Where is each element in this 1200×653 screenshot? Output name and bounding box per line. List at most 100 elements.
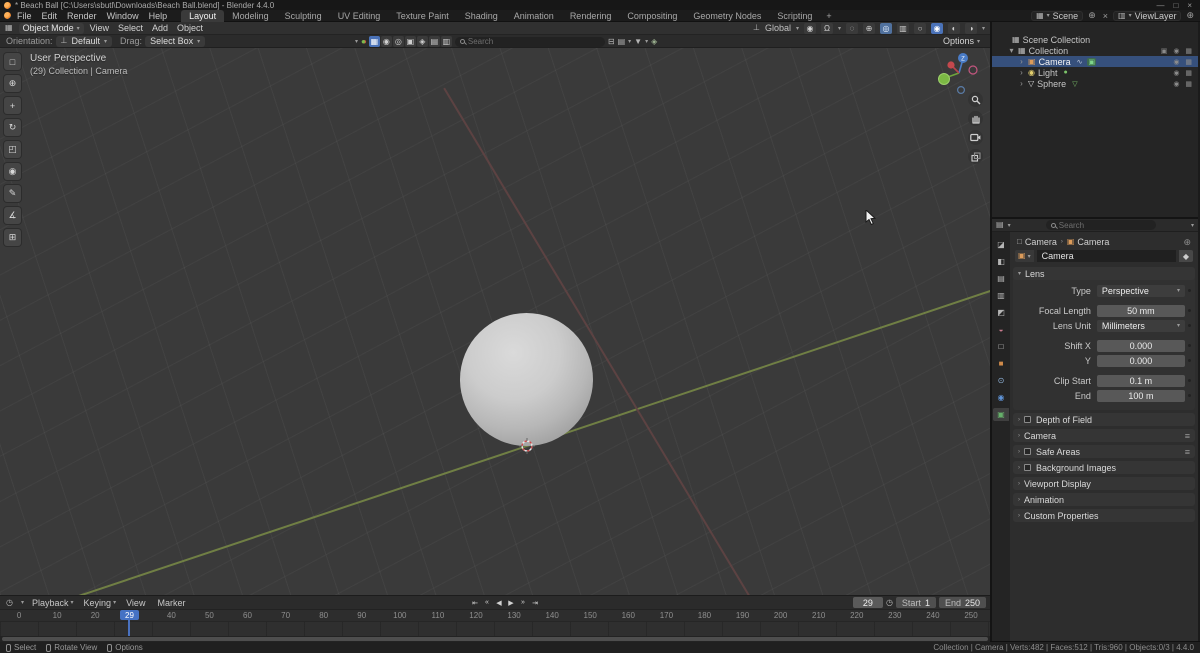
- tool-button[interactable]: ∡: [4, 207, 21, 224]
- filter-toggle-button[interactable]: ◉: [380, 36, 392, 47]
- panel-menu-icon[interactable]: ≡: [1185, 447, 1190, 457]
- menu-item[interactable]: Edit: [37, 11, 63, 21]
- outliner-row[interactable]: › ◉ Light ● ◉ ▦: [992, 67, 1198, 78]
- properties-tab[interactable]: ⊙: [993, 374, 1009, 387]
- visibility-toggle-icons[interactable]: ◉ ▦: [1173, 80, 1194, 88]
- playback-button[interactable]: »: [518, 597, 528, 608]
- display-mode-icon-2[interactable]: ▤: [618, 37, 626, 46]
- menu-item[interactable]: Help: [144, 11, 173, 21]
- properties-tab[interactable]: ◒: [993, 323, 1009, 336]
- pan-hand-icon[interactable]: [968, 111, 983, 126]
- transform-options-dropdown[interactable]: Options ▾: [943, 36, 984, 46]
- workspace-tab[interactable]: Animation: [506, 10, 562, 22]
- unlink-scene-button[interactable]: ×: [1101, 11, 1110, 21]
- filter-funnel-icon[interactable]: ▼: [634, 37, 642, 46]
- filter-toggle-button[interactable]: ▤: [428, 36, 440, 47]
- tool-button[interactable]: □: [4, 53, 21, 70]
- blender-logo-icon[interactable]: [4, 1, 11, 9]
- timeline-menu-item[interactable]: Marker: [157, 598, 187, 608]
- shading-solid-button[interactable]: ◉: [930, 22, 943, 34]
- expander-icon[interactable]: ›: [1018, 79, 1025, 88]
- proportional-editing-toggle[interactable]: ◌: [845, 22, 858, 34]
- animate-property-dot[interactable]: [1185, 359, 1193, 362]
- outliner-row[interactable]: ▾ ▦ Collection ▣ ◉ ▦: [992, 45, 1198, 56]
- visibility-toggle-icons[interactable]: ◉ ▦: [1173, 69, 1194, 77]
- panel-checkbox[interactable]: [1024, 464, 1031, 471]
- playback-button[interactable]: «: [482, 597, 492, 608]
- menu-item[interactable]: File: [12, 11, 37, 21]
- collapse-arrow-icon[interactable]: ▾: [355, 38, 358, 45]
- property-field[interactable]: 0.000: [1096, 339, 1185, 352]
- datablock-name-field[interactable]: Camera: [1036, 250, 1176, 262]
- viewport-menu-item[interactable]: Select: [118, 23, 143, 33]
- property-field[interactable]: 0.000: [1096, 354, 1185, 367]
- tool-button[interactable]: ✎: [4, 185, 21, 202]
- outliner-row[interactable]: › ▽ Sphere ▽ ◉ ▦: [992, 78, 1198, 89]
- minimize-button[interactable]: —: [1156, 1, 1164, 10]
- workspace-tab[interactable]: Scripting: [769, 10, 820, 22]
- workspace-tab[interactable]: UV Editing: [330, 10, 389, 22]
- timeline-scrollbar[interactable]: [0, 636, 990, 642]
- orientation-dropdown[interactable]: ⊥ Default ▾: [55, 35, 113, 47]
- collapsed-panel-header[interactable]: › Viewport Display: [1013, 477, 1195, 490]
- playback-button[interactable]: ◀: [494, 597, 504, 608]
- tool-button[interactable]: ⊞: [4, 229, 21, 246]
- animate-property-dot[interactable]: [1185, 289, 1193, 292]
- playhead-line[interactable]: [128, 620, 130, 636]
- timeline-menu-item[interactable]: Keying ▾: [84, 598, 117, 608]
- collapsed-panel-header[interactable]: › Custom Properties: [1013, 509, 1195, 522]
- viewport-menu-item[interactable]: Object: [177, 23, 203, 33]
- datablock-type-dropdown[interactable]: ▣ ▾: [1015, 250, 1034, 262]
- snap-magnet-toggle[interactable]: Ω: [820, 22, 833, 34]
- playback-button[interactable]: ▶: [506, 597, 516, 608]
- display-mode-icon[interactable]: ⊟: [608, 37, 615, 46]
- collapsed-panel-header[interactable]: › Camera ≡: [1013, 429, 1195, 442]
- 3d-viewport[interactable]: □ ⊕ + ↻ ◰ ◉ ✎ ∡ ⊞ User Perspective (29) Collecti…: [0, 48, 990, 595]
- expander-icon[interactable]: ›: [1018, 57, 1025, 66]
- stopwatch-icon[interactable]: ◷: [886, 598, 893, 607]
- properties-tab[interactable]: ◪: [993, 238, 1009, 251]
- scene-selector[interactable]: ▦ ▾ Scene: [1031, 10, 1084, 21]
- playhead-frame-badge[interactable]: 29: [120, 610, 139, 620]
- filter-toggle-button[interactable]: ◎: [392, 36, 404, 47]
- property-field[interactable]: 0.1 m: [1096, 374, 1185, 387]
- filter-toggle-button[interactable]: ◈: [416, 36, 428, 47]
- workspace-tab[interactable]: Layout: [181, 9, 225, 22]
- animate-property-dot[interactable]: [1185, 394, 1193, 397]
- properties-tab[interactable]: ◩: [993, 306, 1009, 319]
- camera-view-icon[interactable]: [968, 130, 983, 145]
- tool-button[interactable]: ⊕: [4, 75, 21, 92]
- collapsed-panel-header[interactable]: › Background Images: [1013, 461, 1195, 474]
- visibility-toggle-icons[interactable]: ◉ ▦: [1173, 58, 1194, 66]
- animate-property-dot[interactable]: [1185, 379, 1193, 382]
- property-field[interactable]: Millimeters ▾: [1096, 319, 1185, 332]
- tool-button[interactable]: ↻: [4, 119, 21, 136]
- toggle-xray-button[interactable]: ▥: [896, 22, 909, 34]
- properties-search-input[interactable]: [1058, 220, 1151, 230]
- property-field[interactable]: 50 mm: [1096, 304, 1185, 317]
- navigation-gizmo[interactable]: Z: [936, 50, 982, 96]
- viewport-menu-item[interactable]: Add: [152, 23, 168, 33]
- editor-type-icon[interactable]: ▦: [5, 24, 13, 32]
- properties-editor-icon[interactable]: ▤: [996, 221, 1004, 229]
- view-layer-selector[interactable]: ▥ ▾ ViewLayer: [1113, 10, 1182, 21]
- mode-selector[interactable]: Object Mode ▾: [18, 22, 84, 34]
- workspace-tab[interactable]: Texture Paint: [388, 10, 457, 22]
- timeline-menu-item[interactable]: View: [126, 598, 147, 608]
- frame-start-field[interactable]: Start 1: [895, 597, 936, 608]
- timeline-menu-item[interactable]: Playback ▾: [32, 598, 74, 608]
- lens-panel-header[interactable]: ▾ Lens: [1013, 267, 1195, 280]
- fake-user-shield-button[interactable]: ◆: [1179, 250, 1193, 262]
- properties-filter-dropdown[interactable]: ▾: [1191, 222, 1194, 229]
- expander-icon[interactable]: ›: [1018, 68, 1025, 77]
- sync-shield-icon[interactable]: ◈: [651, 37, 657, 46]
- properties-tab[interactable]: ▣: [993, 408, 1009, 421]
- drag-dropdown[interactable]: Select Box ▾: [145, 35, 206, 47]
- breadcrumb-object[interactable]: □ Camera: [1017, 237, 1057, 247]
- animate-property-dot[interactable]: [1185, 344, 1193, 347]
- property-field[interactable]: 100 m: [1096, 389, 1185, 402]
- outliner-item-label[interactable]: Sphere: [1037, 79, 1066, 89]
- menu-item[interactable]: Render: [62, 11, 102, 21]
- panel-checkbox[interactable]: [1024, 416, 1031, 423]
- transform-orientation-dropdown[interactable]: Global: [765, 23, 791, 33]
